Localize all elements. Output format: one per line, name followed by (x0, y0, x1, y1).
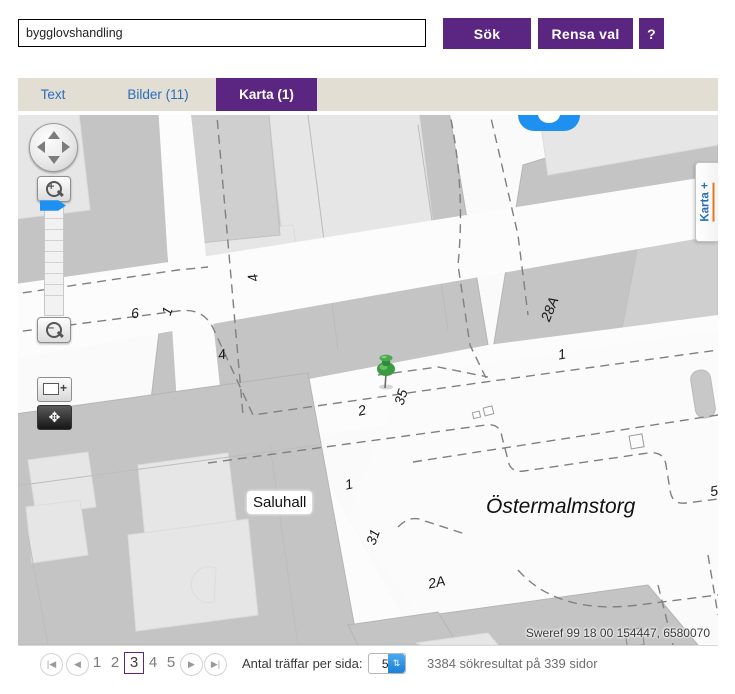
clear-selection-button[interactable]: Rensa val (538, 18, 633, 49)
page-first-button[interactable]: |◀ (40, 653, 63, 676)
help-button[interactable]: ? (639, 18, 664, 49)
page-last-button[interactable]: ▶| (204, 653, 227, 676)
search-button[interactable]: Sök (443, 18, 531, 49)
map-pin-marker[interactable] (373, 350, 399, 390)
map-layers-side-tab[interactable]: Karta + (695, 162, 718, 242)
zoom-in-button[interactable]: + (37, 176, 71, 202)
pan-down-icon[interactable] (48, 156, 60, 164)
result-count-label: 3384 sökresultat på 339 sidor (427, 656, 598, 671)
map-viewport[interactable]: .blk{fill:#c4c4c4;stroke:#b5b5b5;stroke-… (18, 115, 718, 646)
pan-left-icon[interactable] (37, 141, 45, 153)
pan-up-icon[interactable] (48, 131, 60, 139)
zoom-out-button[interactable]: – (37, 317, 71, 343)
pan-control[interactable] (29, 123, 78, 172)
page-number-1[interactable]: 1 (88, 652, 106, 674)
plus-icon: + (59, 381, 67, 395)
rectangle-select-button[interactable]: + (37, 377, 72, 402)
map-layers-side-tab-label: Karta + (699, 182, 715, 222)
move-arrows-icon: ✥ (48, 409, 61, 425)
tab-bilder[interactable]: Bilder (11) (101, 78, 215, 111)
tab-karta[interactable]: Karta (1) (216, 78, 317, 111)
per-page-label: Antal träffar per sida: (242, 656, 363, 671)
pan-tool-button[interactable]: ✥ (37, 405, 72, 430)
page-prev-button[interactable]: ◀ (66, 653, 89, 676)
minus-sign-icon: – (48, 322, 55, 334)
pagination-footer: |◀ ◀ 1 2 3 4 5 ▶ ▶| Antal träffar per si… (0, 650, 735, 694)
page-next-button[interactable]: ▶ (180, 653, 203, 676)
tab-text[interactable]: Text (18, 78, 88, 111)
page-number-2[interactable]: 2 (106, 652, 124, 674)
page-number-3-current[interactable]: 3 (124, 652, 144, 674)
pan-right-icon[interactable] (62, 141, 70, 153)
page-number-5[interactable]: 5 (162, 652, 180, 674)
map-marker-partial[interactable] (518, 115, 580, 131)
tab-bar: Text Bilder (11) Karta (1) (18, 78, 718, 111)
per-page-select[interactable]: 50 (368, 653, 406, 674)
page-number-4[interactable]: 4 (144, 652, 162, 674)
rectangle-icon (43, 383, 59, 395)
search-bar: Sök Rensa val ? (0, 0, 735, 70)
search-input[interactable] (18, 19, 426, 47)
map-canvas: .blk{fill:#c4c4c4;stroke:#b5b5b5;stroke-… (18, 115, 718, 645)
zoom-slider[interactable] (44, 207, 64, 316)
map-coordinate-readout: Sweref 99 18 00 154447, 6580070 (525, 626, 710, 640)
plus-sign-icon: + (48, 181, 55, 193)
